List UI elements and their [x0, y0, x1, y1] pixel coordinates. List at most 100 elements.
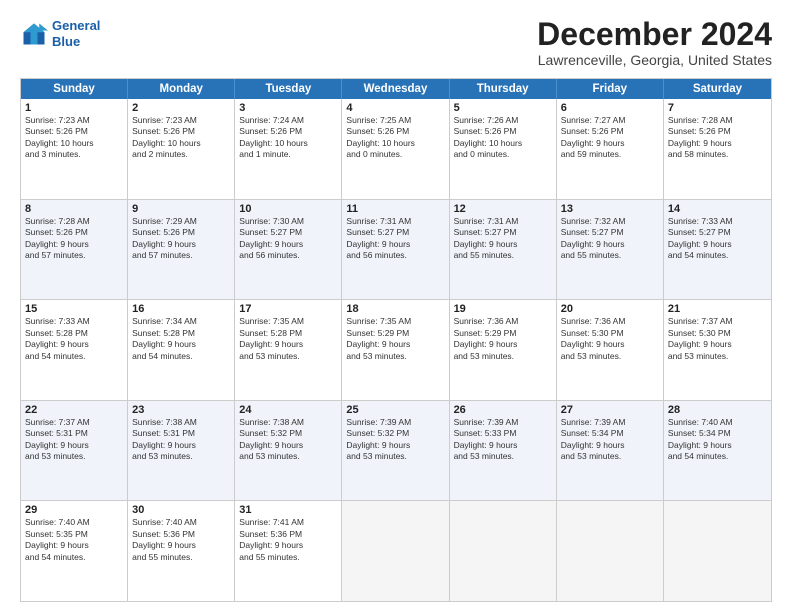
sunset-line: Sunset: 5:28 PM: [239, 328, 337, 339]
day-number: 8: [25, 203, 123, 215]
day-cell-23: 23Sunrise: 7:38 AMSunset: 5:31 PMDayligh…: [128, 401, 235, 501]
sunrise-line: Sunrise: 7:23 AM: [25, 115, 123, 126]
day-number: 20: [561, 303, 659, 315]
day-cell-15: 15Sunrise: 7:33 AMSunset: 5:28 PMDayligh…: [21, 300, 128, 400]
day-number: 16: [132, 303, 230, 315]
header-day-wednesday: Wednesday: [342, 79, 449, 99]
sunset-line: Sunset: 5:34 PM: [668, 428, 767, 439]
day-number: 25: [346, 404, 444, 416]
sunrise-line: Sunrise: 7:26 AM: [454, 115, 552, 126]
day-cell-24: 24Sunrise: 7:38 AMSunset: 5:32 PMDayligh…: [235, 401, 342, 501]
day-cell-20: 20Sunrise: 7:36 AMSunset: 5:30 PMDayligh…: [557, 300, 664, 400]
sunrise-line: Sunrise: 7:38 AM: [132, 417, 230, 428]
sunrise-line: Sunrise: 7:28 AM: [25, 216, 123, 227]
sunset-line: Sunset: 5:32 PM: [346, 428, 444, 439]
sunset-line: Sunset: 5:28 PM: [132, 328, 230, 339]
sunset-line: Sunset: 5:27 PM: [239, 227, 337, 238]
sunset-line: Sunset: 5:36 PM: [132, 529, 230, 540]
day-number: 1: [25, 102, 123, 114]
page: General Blue December 2024 Lawrenceville…: [0, 0, 792, 612]
sunrise-line: Sunrise: 7:32 AM: [561, 216, 659, 227]
daylight-line: and 53 minutes.: [346, 451, 444, 462]
sunset-line: Sunset: 5:35 PM: [25, 529, 123, 540]
daylight-line: and 59 minutes.: [561, 149, 659, 160]
daylight-line: and 55 minutes.: [561, 250, 659, 261]
day-cell-26: 26Sunrise: 7:39 AMSunset: 5:33 PMDayligh…: [450, 401, 557, 501]
empty-cell: [664, 501, 771, 601]
daylight-line: Daylight: 10 hours: [25, 138, 123, 149]
sunrise-line: Sunrise: 7:31 AM: [346, 216, 444, 227]
empty-cell: [342, 501, 449, 601]
daylight-line: and 55 minutes.: [239, 552, 337, 563]
month-title: December 2024: [537, 18, 772, 50]
day-number: 24: [239, 404, 337, 416]
sunrise-line: Sunrise: 7:40 AM: [132, 517, 230, 528]
day-number: 9: [132, 203, 230, 215]
day-number: 3: [239, 102, 337, 114]
daylight-line: and 53 minutes.: [561, 451, 659, 462]
daylight-line: Daylight: 9 hours: [25, 339, 123, 350]
daylight-line: Daylight: 9 hours: [25, 239, 123, 250]
daylight-line: and 54 minutes.: [668, 250, 767, 261]
sunrise-line: Sunrise: 7:29 AM: [132, 216, 230, 227]
header: General Blue December 2024 Lawrenceville…: [20, 18, 772, 68]
sunset-line: Sunset: 5:31 PM: [25, 428, 123, 439]
day-number: 11: [346, 203, 444, 215]
sunset-line: Sunset: 5:26 PM: [239, 126, 337, 137]
calendar-row-2: 8Sunrise: 7:28 AMSunset: 5:26 PMDaylight…: [21, 199, 771, 300]
day-number: 27: [561, 404, 659, 416]
day-cell-17: 17Sunrise: 7:35 AMSunset: 5:28 PMDayligh…: [235, 300, 342, 400]
daylight-line: and 54 minutes.: [25, 351, 123, 362]
daylight-line: Daylight: 9 hours: [668, 138, 767, 149]
daylight-line: Daylight: 9 hours: [561, 138, 659, 149]
calendar-row-4: 22Sunrise: 7:37 AMSunset: 5:31 PMDayligh…: [21, 400, 771, 501]
daylight-line: and 54 minutes.: [668, 451, 767, 462]
daylight-line: Daylight: 9 hours: [132, 540, 230, 551]
sunrise-line: Sunrise: 7:30 AM: [239, 216, 337, 227]
day-number: 7: [668, 102, 767, 114]
sunset-line: Sunset: 5:26 PM: [132, 227, 230, 238]
daylight-line: Daylight: 9 hours: [454, 239, 552, 250]
day-cell-30: 30Sunrise: 7:40 AMSunset: 5:36 PMDayligh…: [128, 501, 235, 601]
day-cell-29: 29Sunrise: 7:40 AMSunset: 5:35 PMDayligh…: [21, 501, 128, 601]
day-number: 13: [561, 203, 659, 215]
day-cell-12: 12Sunrise: 7:31 AMSunset: 5:27 PMDayligh…: [450, 200, 557, 300]
daylight-line: and 53 minutes.: [346, 351, 444, 362]
day-number: 17: [239, 303, 337, 315]
sunset-line: Sunset: 5:27 PM: [454, 227, 552, 238]
sunrise-line: Sunrise: 7:37 AM: [668, 316, 767, 327]
day-number: 21: [668, 303, 767, 315]
daylight-line: Daylight: 9 hours: [239, 540, 337, 551]
day-number: 31: [239, 504, 337, 516]
daylight-line: Daylight: 9 hours: [132, 339, 230, 350]
sunrise-line: Sunrise: 7:28 AM: [668, 115, 767, 126]
sunset-line: Sunset: 5:27 PM: [668, 227, 767, 238]
day-cell-21: 21Sunrise: 7:37 AMSunset: 5:30 PMDayligh…: [664, 300, 771, 400]
daylight-line: and 57 minutes.: [132, 250, 230, 261]
daylight-line: Daylight: 9 hours: [346, 339, 444, 350]
daylight-line: Daylight: 10 hours: [346, 138, 444, 149]
day-cell-9: 9Sunrise: 7:29 AMSunset: 5:26 PMDaylight…: [128, 200, 235, 300]
sunset-line: Sunset: 5:27 PM: [561, 227, 659, 238]
sunset-line: Sunset: 5:27 PM: [346, 227, 444, 238]
sunrise-line: Sunrise: 7:39 AM: [561, 417, 659, 428]
daylight-line: and 53 minutes.: [239, 451, 337, 462]
sunrise-line: Sunrise: 7:37 AM: [25, 417, 123, 428]
daylight-line: Daylight: 9 hours: [25, 440, 123, 451]
daylight-line: and 57 minutes.: [25, 250, 123, 261]
sunrise-line: Sunrise: 7:24 AM: [239, 115, 337, 126]
day-number: 19: [454, 303, 552, 315]
day-number: 10: [239, 203, 337, 215]
sunset-line: Sunset: 5:33 PM: [454, 428, 552, 439]
day-number: 2: [132, 102, 230, 114]
day-cell-8: 8Sunrise: 7:28 AMSunset: 5:26 PMDaylight…: [21, 200, 128, 300]
sunset-line: Sunset: 5:26 PM: [25, 227, 123, 238]
daylight-line: Daylight: 9 hours: [132, 440, 230, 451]
daylight-line: and 2 minutes.: [132, 149, 230, 160]
daylight-line: and 0 minutes.: [346, 149, 444, 160]
day-number: 5: [454, 102, 552, 114]
daylight-line: Daylight: 9 hours: [239, 239, 337, 250]
sunrise-line: Sunrise: 7:33 AM: [668, 216, 767, 227]
daylight-line: Daylight: 9 hours: [668, 239, 767, 250]
day-cell-16: 16Sunrise: 7:34 AMSunset: 5:28 PMDayligh…: [128, 300, 235, 400]
